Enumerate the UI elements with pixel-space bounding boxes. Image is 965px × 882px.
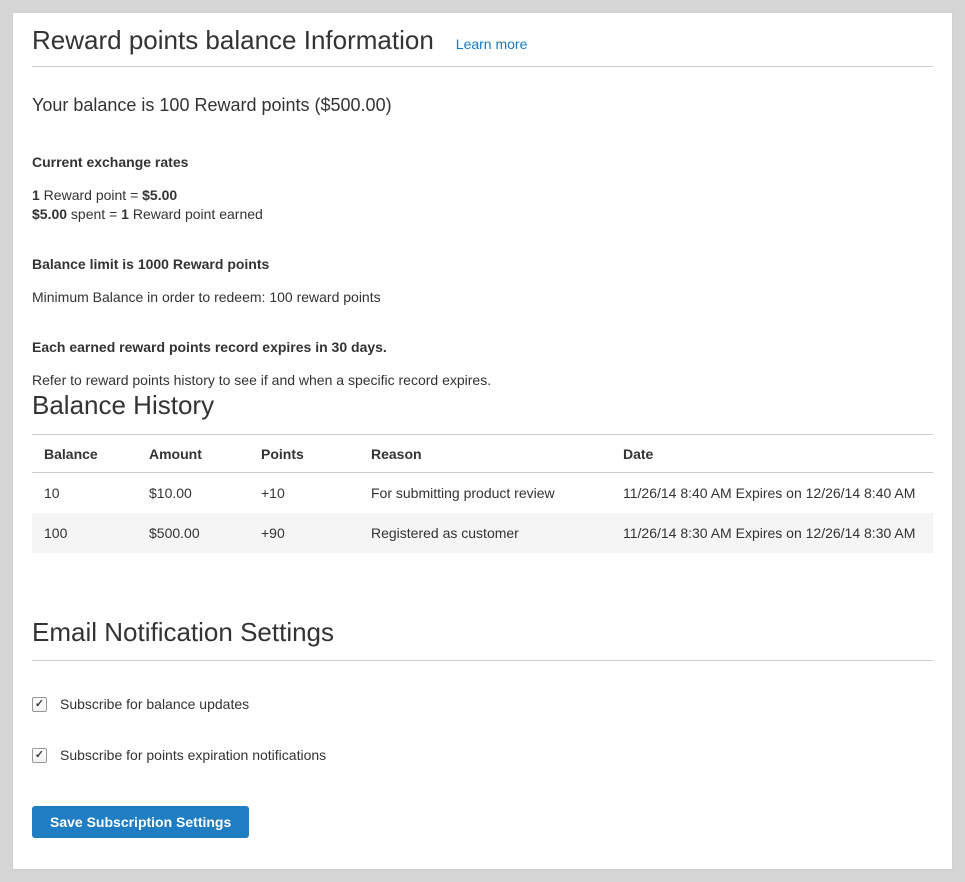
rate-value: 1 <box>121 206 129 222</box>
table-header-row: Balance Amount Points Reason Date <box>32 435 933 473</box>
expiration-note-text: Refer to reward points history to see if… <box>32 371 933 390</box>
balance-history-title: Balance History <box>32 390 933 420</box>
column-header-balance: Balance <box>32 435 137 473</box>
rate-value: $5.00 <box>142 187 177 203</box>
exchange-rate-line-1: 1 Reward point = $5.00 <box>32 186 933 205</box>
subscribe-expiration-notifications-field: ✓ Subscribe for points expiration notifi… <box>32 746 933 765</box>
cell-points: +10 <box>249 473 359 514</box>
check-icon: ✓ <box>35 750 44 761</box>
cell-points: +90 <box>249 513 359 553</box>
exchange-rates-heading: Current exchange rates <box>32 153 933 172</box>
subscribe-balance-updates-field: ✓ Subscribe for balance updates <box>32 695 933 714</box>
check-icon: ✓ <box>35 699 44 710</box>
save-subscription-settings-button[interactable]: Save Subscription Settings <box>32 806 249 838</box>
cell-date: 11/26/14 8:30 AM Expires on 12/26/14 8:3… <box>611 513 933 553</box>
balance-limit-text: Balance limit is 1000 Reward points <box>32 255 933 274</box>
rate-value: $5.00 <box>32 206 67 222</box>
rate-text: spent = <box>67 206 121 222</box>
cell-reason: Registered as customer <box>359 513 611 553</box>
balance-updates-label[interactable]: Subscribe for balance updates <box>60 695 249 714</box>
page-header: Reward points balance Information Learn … <box>32 26 933 67</box>
rate-text: Reward point earned <box>129 206 263 222</box>
expiration-notifications-label[interactable]: Subscribe for points expiration notifica… <box>60 746 326 765</box>
cell-amount: $10.00 <box>137 473 249 514</box>
balance-history-table: Balance Amount Points Reason Date 10 $10… <box>32 434 933 553</box>
rate-text: Reward point = <box>40 187 142 203</box>
column-header-reason: Reason <box>359 435 611 473</box>
table-row: 10 $10.00 +10 For submitting product rev… <box>32 473 933 514</box>
rate-value: 1 <box>32 187 40 203</box>
column-header-points: Points <box>249 435 359 473</box>
email-settings-header: Email Notification Settings <box>32 617 933 661</box>
column-header-amount: Amount <box>137 435 249 473</box>
reward-points-panel: Reward points balance Information Learn … <box>12 12 953 870</box>
cell-date: 11/26/14 8:40 AM Expires on 12/26/14 8:4… <box>611 473 933 514</box>
balance-updates-checkbox[interactable]: ✓ <box>32 697 47 712</box>
page-title: Reward points balance Information <box>32 26 434 54</box>
cell-amount: $500.00 <box>137 513 249 553</box>
column-header-date: Date <box>611 435 933 473</box>
exchange-rate-line-2: $5.00 spent = 1 Reward point earned <box>32 205 933 224</box>
minimum-redeem-text: Minimum Balance in order to redeem: 100 … <box>32 288 933 307</box>
expiration-text: Each earned reward points record expires… <box>32 338 933 357</box>
balance-summary: Your balance is 100 Reward points ($500.… <box>32 93 933 117</box>
table-row: 100 $500.00 +90 Registered as customer 1… <box>32 513 933 553</box>
cell-balance: 10 <box>32 473 137 514</box>
email-settings-title: Email Notification Settings <box>32 617 933 647</box>
learn-more-link[interactable]: Learn more <box>456 36 528 52</box>
cell-balance: 100 <box>32 513 137 553</box>
cell-reason: For submitting product review <box>359 473 611 514</box>
expiration-notifications-checkbox[interactable]: ✓ <box>32 748 47 763</box>
